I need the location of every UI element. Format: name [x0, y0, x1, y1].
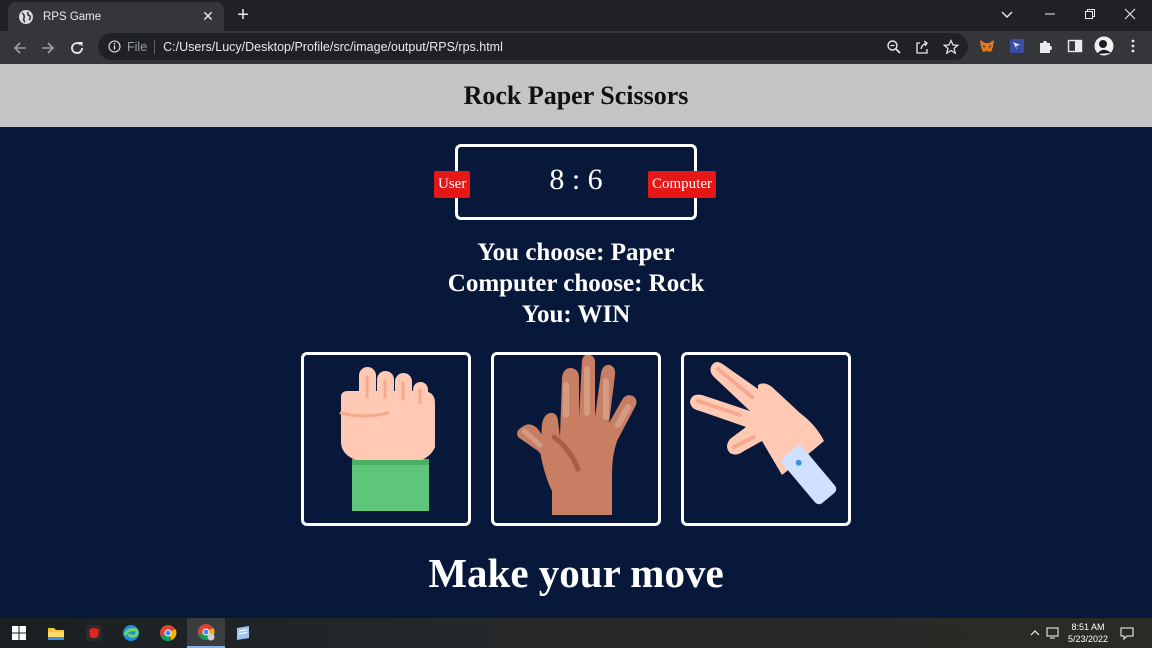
system-clock[interactable]: 8:51 AM 5/23/2022	[1062, 621, 1114, 645]
edge-browser-icon	[123, 625, 139, 641]
computer-choice-text: Computer choose: Rock	[447, 270, 705, 297]
globe-icon	[19, 9, 33, 24]
result-message: You choose: Paper Computer choose: Rock …	[0, 237, 1152, 330]
back-button[interactable]	[8, 36, 32, 60]
share-icon[interactable]	[914, 39, 930, 55]
arrow-right-icon	[42, 42, 55, 54]
chevron-up-icon[interactable]	[1030, 628, 1040, 638]
url-text[interactable]: C:/Users/Lucy/Desktop/Profile/src/image/…	[163, 40, 503, 54]
windows-taskbar: 8:51 AM 5/23/2022	[0, 618, 1152, 648]
close-icon	[1124, 8, 1136, 20]
taskbar-app-notes[interactable]	[224, 618, 262, 648]
puzzle-icon[interactable]	[1037, 37, 1055, 55]
minimize-icon	[1045, 13, 1055, 15]
divider	[154, 39, 156, 54]
chrome-icon	[160, 625, 177, 642]
taskbar-chrome-active[interactable]	[187, 618, 225, 648]
network-icon[interactable]	[1046, 626, 1060, 640]
new-tab-button[interactable]: +	[232, 4, 254, 26]
game-app-icon	[86, 625, 102, 641]
restore-icon	[1085, 9, 1095, 19]
outcome-text: You: WIN	[521, 301, 631, 328]
chrome-profile-icon	[198, 624, 215, 641]
user-badge: User	[434, 171, 471, 198]
rock-fist-icon	[339, 367, 435, 511]
star-icon[interactable]	[943, 39, 959, 55]
taskbar-app-red[interactable]	[75, 618, 113, 648]
scissors-button[interactable]	[681, 352, 851, 526]
clock-time: 8:51 AM	[1071, 622, 1105, 632]
taskbar-edge[interactable]	[112, 618, 150, 648]
notes-app-icon	[237, 626, 249, 640]
extension-icon[interactable]	[1008, 37, 1026, 55]
forward-button[interactable]	[36, 36, 60, 60]
arrow-left-icon	[13, 42, 26, 54]
restore-button[interactable]	[1070, 0, 1110, 28]
browser-tab-strip: RPS Game ✕ +	[0, 0, 1152, 31]
clock-date: 5/23/2022	[1067, 634, 1109, 644]
reload-icon	[71, 42, 83, 54]
zoom-icon[interactable]	[886, 39, 902, 55]
start-button[interactable]	[0, 618, 38, 648]
address-bar[interactable]: File C:/Users/Lucy/Desktop/Profile/src/i…	[98, 33, 968, 60]
close-tab-icon[interactable]: ✕	[200, 8, 216, 25]
info-icon[interactable]	[108, 40, 121, 53]
notification-icon[interactable]	[1120, 626, 1134, 640]
metamask-fox-icon[interactable]	[978, 37, 996, 55]
windows-logo-icon	[12, 626, 26, 640]
paper-button[interactable]	[491, 352, 661, 526]
browser-toolbar: File C:/Users/Lucy/Desktop/Profile/src/i…	[0, 31, 1152, 64]
more-menu-icon[interactable]	[1124, 37, 1142, 55]
taskbar-file-explorer[interactable]	[37, 618, 75, 648]
minimize-button[interactable]	[1030, 0, 1070, 28]
side-panel-icon[interactable]	[1066, 37, 1084, 55]
tab-title: RPS Game	[43, 10, 102, 23]
page-title: Rock Paper Scissors	[463, 80, 689, 110]
profile-avatar-icon[interactable]	[1094, 36, 1114, 56]
rock-button[interactable]	[301, 352, 471, 526]
folder-icon	[48, 628, 64, 640]
user-choice-text: You choose: Paper	[477, 239, 675, 266]
prompt-text: Make your move	[428, 550, 724, 596]
scheme-label: File	[127, 39, 148, 54]
chevron-down-icon[interactable]	[998, 5, 1016, 23]
scissors-hand-icon	[690, 362, 837, 505]
page-header: Rock Paper Scissors	[0, 64, 1152, 127]
close-window-button[interactable]	[1110, 0, 1150, 28]
paper-open-hand-icon	[517, 355, 637, 515]
reload-button[interactable]	[65, 36, 89, 60]
browser-tab[interactable]: RPS Game ✕	[8, 2, 224, 31]
computer-badge: Computer	[648, 171, 716, 198]
taskbar-chrome[interactable]	[149, 618, 187, 648]
